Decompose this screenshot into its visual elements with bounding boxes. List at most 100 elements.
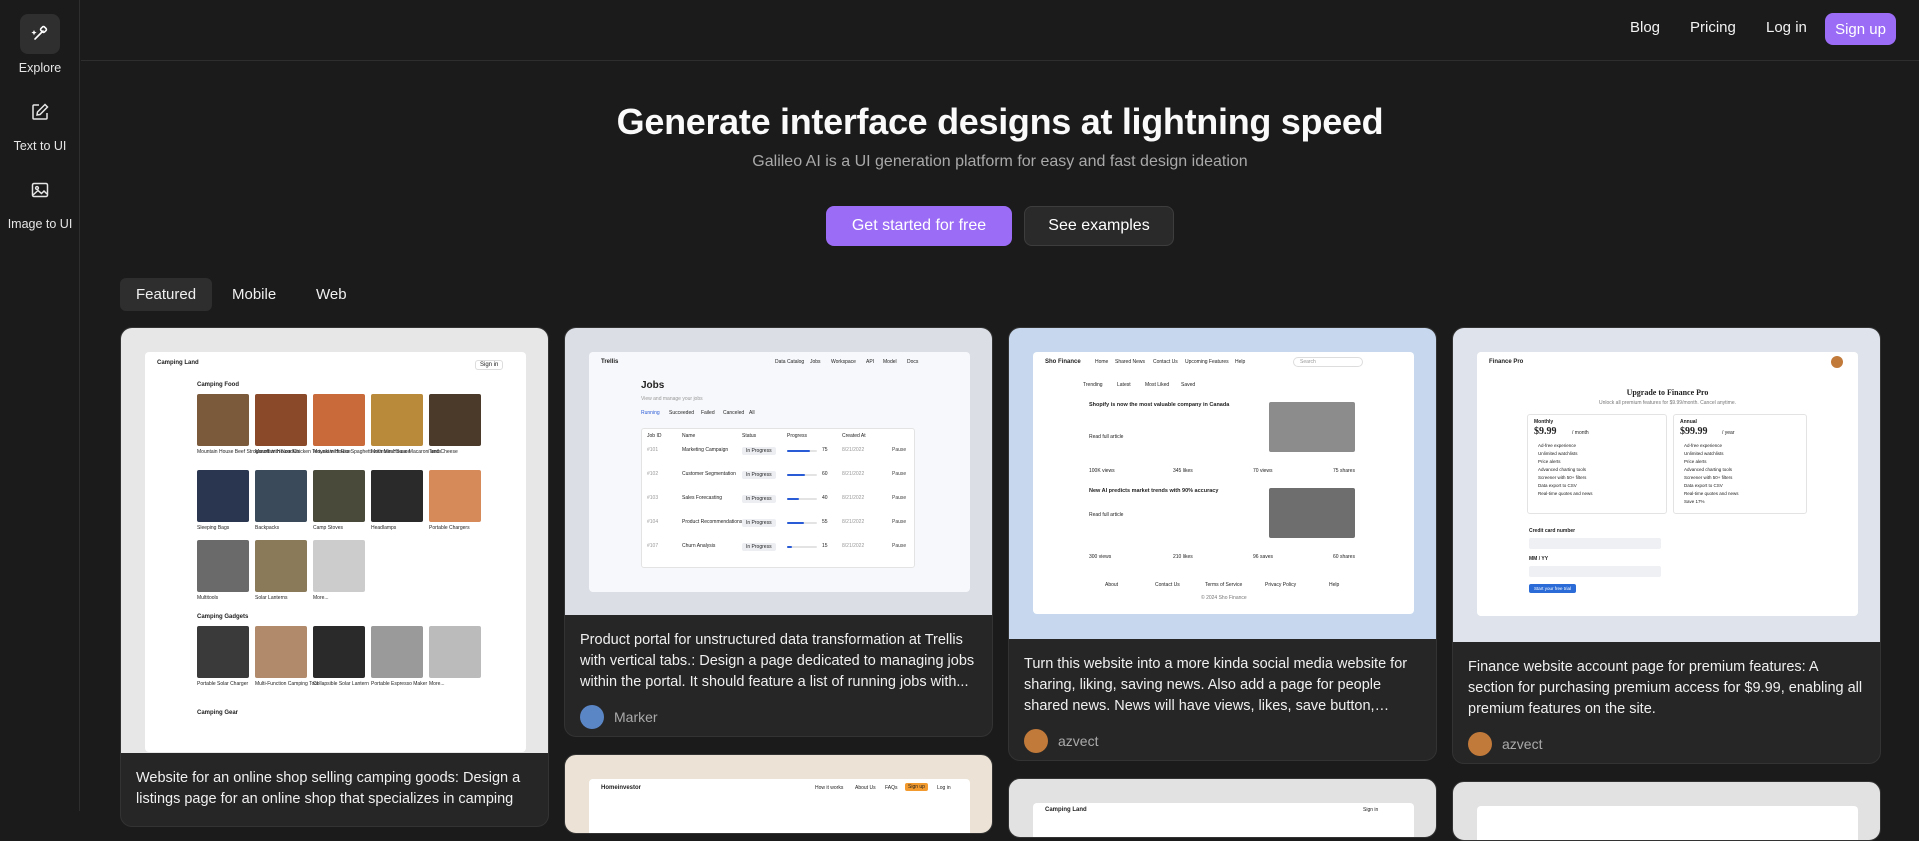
preview-feature: Screener with 50+ filters [1538,475,1587,480]
preview-section-title: Camping Gear [197,710,239,716]
preview-item: More... [429,681,445,687]
design-card[interactable]: Sho Finance Home Shared News Contact Us … [1008,327,1437,761]
preview-login: Log in [937,785,951,791]
preview-brand: Finance Pro [1489,359,1524,365]
preview-job-name: Marketing Campaign [682,447,729,453]
preview-stat: 75 shares [1333,468,1355,474]
preview-plan-unit: / year [1722,430,1735,436]
preview-feature: Ad-free experience [1538,443,1577,448]
design-card[interactable]: Camping Land Sign in Camping Food Mounta… [120,327,549,827]
preview-nav: How it works [815,785,844,791]
preview-screenshot: Sho Finance Home Shared News Contact Us … [1033,352,1414,614]
preview-progress-fill [787,522,804,524]
preview-tab: Canceled [723,410,745,416]
preview-footer-link: About [1105,582,1119,588]
nav-link-blog[interactable]: Blog [1630,19,1660,36]
preview-field-label: Credit card number [1529,528,1576,534]
design-card[interactable]: Homeinvestor How it works About Us FAQs … [564,754,993,834]
preview-item: More... [313,595,329,601]
preview-tab: Succeeded [669,410,695,416]
sidebar-item-image-to-ui[interactable]: Image to UI [0,170,80,231]
see-examples-button[interactable]: See examples [1024,206,1174,246]
preview-nav: Shared News [1115,359,1146,365]
preview-screenshot: Homeinvestor How it works About Us FAQs … [589,779,970,833]
preview-plan-unit: / month [1572,430,1589,436]
preview-item: Multi-Function Camping Tool [255,681,319,687]
design-card[interactable]: Finance Pro Upgrade to Finance Pro Unloc… [1452,327,1881,764]
preview-screenshot [1477,806,1858,840]
preview-item: Tents [429,449,441,455]
tab-web[interactable]: Web [300,278,363,311]
card-description: Finance website account page for premium… [1468,659,1863,717]
preview-subtitle: View and manage your jobs [641,396,703,402]
preview-item: Multitools [197,595,219,601]
card-preview: Camping Land Sign in Camping Food Mounta… [121,328,548,753]
design-card[interactable]: Trellis Data Catalog Jobs Workspace API … [564,327,993,737]
preview-feature: Advanced charting tools [1684,467,1733,472]
preview-brand: Camping Land [157,360,199,366]
sidebar: Explore Text to UI Image to UI [0,0,80,811]
preview-job-action: Pause [892,447,907,453]
design-card[interactable] [1452,781,1881,841]
preview-screenshot: Trellis Data Catalog Jobs Workspace API … [589,352,970,592]
preview-article-image [1269,402,1355,452]
preview-article-title: New AI predicts market trends with 90% a… [1089,488,1219,494]
preview-job-name: Sales Forecasting [682,495,723,501]
preview-chip: Saved [1181,382,1196,388]
card-author[interactable]: azvect [1024,729,1421,753]
preview-job-action: Pause [892,471,907,477]
preview-feature: Unlimited watchlists [1538,451,1578,456]
preview-field [1529,538,1661,549]
tab-featured[interactable]: Featured [120,278,213,311]
preview-feature: Advanced charting tools [1538,467,1587,472]
avatar [1468,732,1492,756]
get-started-button[interactable]: Get started for free [826,206,1012,246]
preview-item: Portable Solar Charger [197,681,249,687]
preview-nav: Docs [907,359,919,365]
preview-col: Created At [842,433,866,439]
sidebar-item-text-to-ui[interactable]: Text to UI [0,92,80,153]
preview-nav: Data Catalog [775,359,805,365]
card-preview: Sho Finance Home Shared News Contact Us … [1009,328,1436,639]
preview-col: Status [742,433,757,439]
preview-col: Name [682,433,696,439]
preview-signin: Sign in [1363,807,1379,813]
preview-job-status: In Progress [742,543,776,551]
preview-nav: Model [883,359,897,365]
design-card[interactable]: Camping Land Sign in [1008,778,1437,838]
sidebar-item-label: Explore [18,61,62,75]
nav-link-login[interactable]: Log in [1766,19,1807,36]
preview-title: Upgrade to Finance Pro [1626,388,1709,397]
preview-feature: Data export to CSV [1538,483,1577,488]
signup-button[interactable]: Sign up [1825,13,1896,45]
preview-signin: Sign in [475,360,504,370]
preview-job-name: Product Recommendations [682,519,743,525]
preview-item: Solar Lanterns [255,595,288,601]
preview-footer-link: Contact Us [1155,582,1180,588]
preview-feature: Real-time quotes and news [1684,491,1739,496]
sparkle-brush-icon [20,14,60,54]
card-body: Website for an online shop selling campi… [121,753,548,822]
card-author[interactable]: azvect [1468,732,1865,756]
preview-stat: 300 views [1089,554,1112,560]
preview-section-title: Camping Gadgets [197,614,249,620]
preview-brand: Camping Land [1045,807,1087,813]
nav-link-pricing[interactable]: Pricing [1690,19,1736,36]
preview-tab: Running [641,410,660,416]
tab-mobile[interactable]: Mobile [216,278,292,311]
author-name: Marker [614,709,658,725]
preview-brand: Homeinvestor [601,785,642,791]
avatar [1024,729,1048,753]
card-author[interactable]: Marker [580,705,977,729]
preview-footer-link: Terms of Service [1205,582,1243,588]
preview-stat: 96 saves [1253,554,1274,560]
preview-read-link: Read full article [1089,512,1124,518]
card-description: Product portal for unstructured data tra… [580,632,975,690]
preview-nav: Contact Us [1153,359,1178,365]
preview-col: Job ID [647,433,662,439]
preview-item: Portable Chargers [429,525,470,531]
sidebar-item-explore[interactable]: Explore [0,14,80,75]
card-description: Turn this website into a more kinda soci… [1024,656,1408,714]
hero-subtitle: Galileo AI is a UI generation platform f… [752,153,1248,170]
hero-title: Generate interface designs at lightning … [616,101,1384,142]
